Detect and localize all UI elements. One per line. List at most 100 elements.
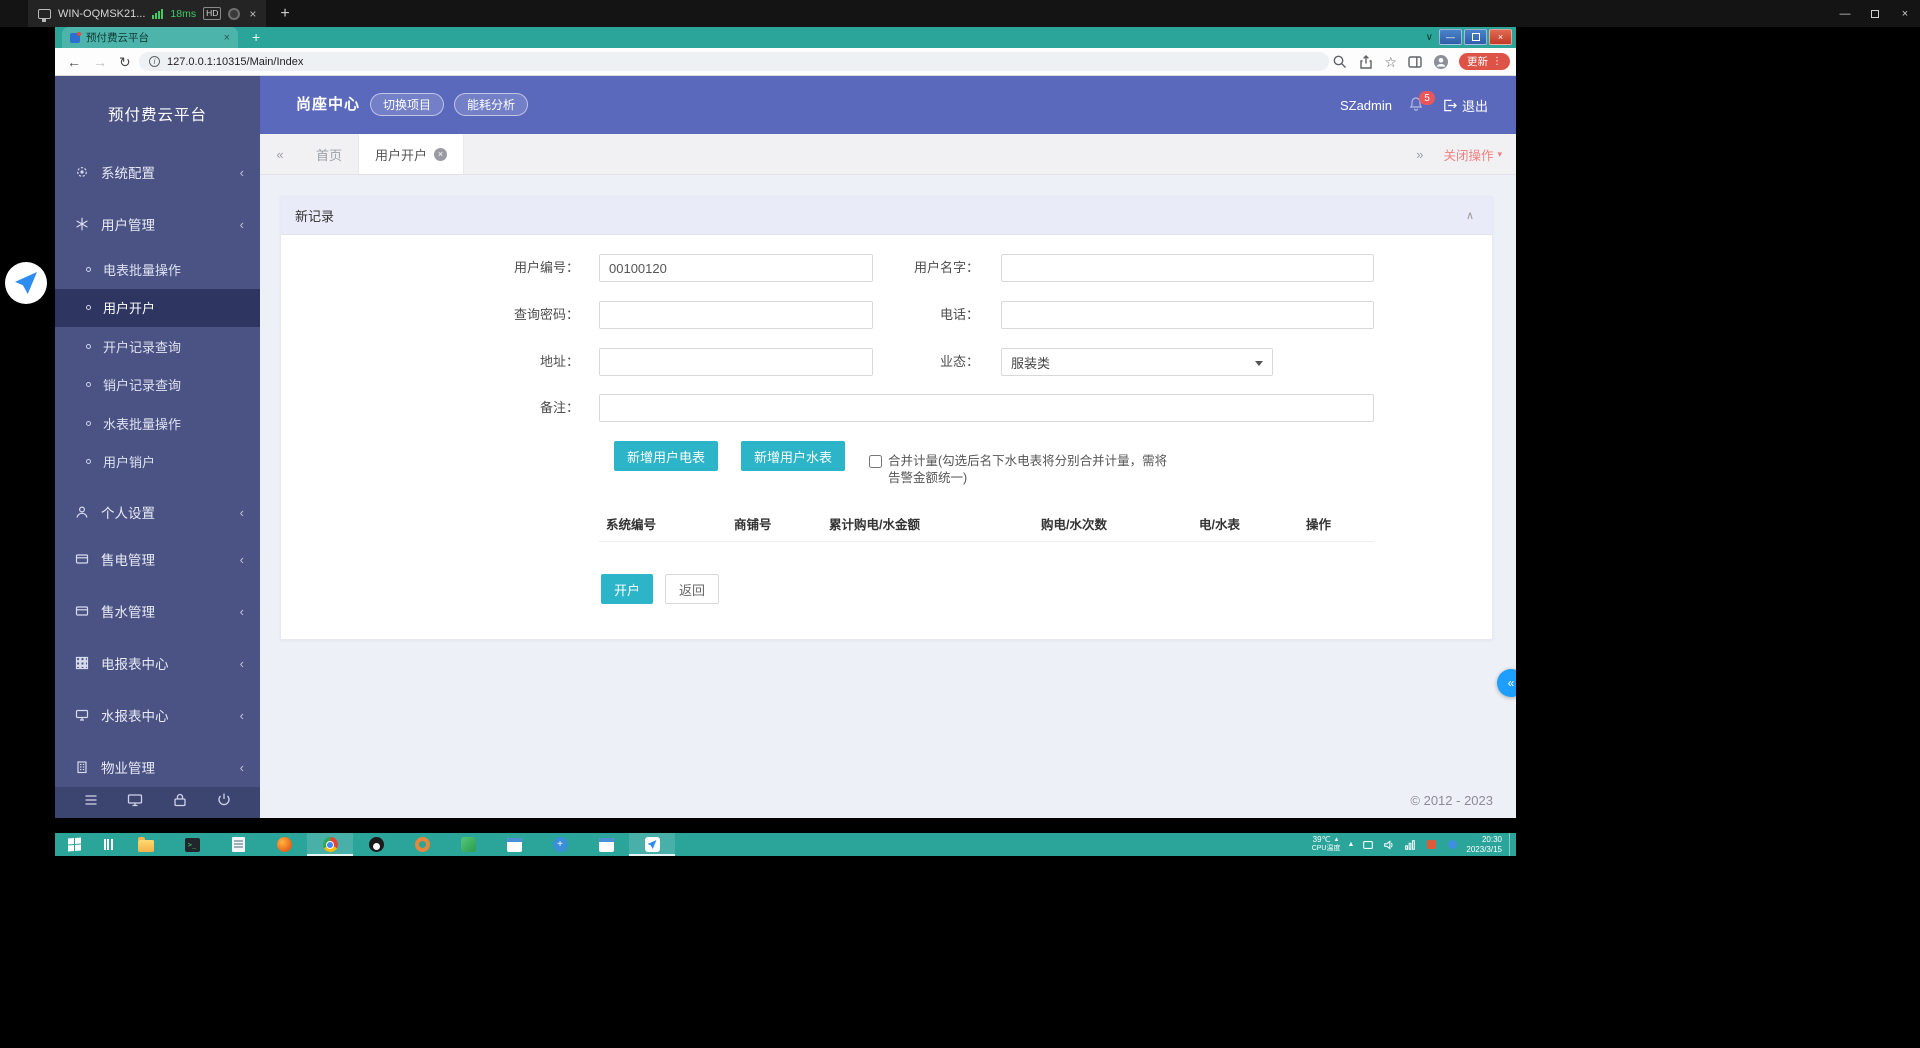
chevron-left-icon: ‹ [240, 708, 244, 723]
add-user-water-meter-button[interactable]: 新增用户水表 [741, 441, 845, 471]
sidebar-item-property-management[interactable]: 物业管理 ‹ [55, 741, 260, 793]
merge-metering-checkbox[interactable] [869, 455, 882, 468]
notification-bell-icon[interactable]: 5 [1408, 96, 1426, 114]
add-user-electric-meter-button[interactable]: 新增用户电表 [614, 441, 718, 471]
address-bar[interactable]: i 127.0.0.1:10315/Main/Index [139, 52, 1329, 71]
vm-close-button[interactable]: × [1489, 29, 1512, 45]
forward-button[interactable]: → [93, 53, 107, 71]
taskbar-remote-tool[interactable] [629, 833, 675, 856]
taskbar-notepad[interactable] [215, 833, 261, 856]
open-account-submit-button[interactable]: 开户 [601, 574, 653, 604]
tab-close-icon[interactable]: × [434, 148, 447, 161]
taskbar-firefox[interactable] [261, 833, 307, 856]
sidebar-subitem-water-batch[interactable]: 水表批量操作 [55, 404, 260, 443]
avatar-icon[interactable] [1433, 54, 1449, 70]
sidebar-subitem-close-record-query[interactable]: 销户记录查询 [55, 366, 260, 405]
taskbar-messenger[interactable] [353, 833, 399, 856]
reload-button[interactable]: ↻ [119, 53, 131, 71]
side-panel-icon[interactable] [1407, 54, 1423, 70]
tray-expand-icon[interactable]: ▲ [1347, 841, 1354, 848]
browser-tab[interactable]: 预付费云平台 × [62, 27, 238, 48]
phone-input[interactable] [1001, 301, 1374, 329]
collapse-panel-icon[interactable]: ∧ [1466, 209, 1474, 222]
taskbar-file-explorer[interactable] [123, 833, 169, 856]
sidebar-subitem-open-record-query[interactable]: 开户记录查询 [55, 327, 260, 366]
back-button[interactable]: ← [67, 53, 81, 71]
new-tab-button[interactable]: + [252, 29, 260, 46]
sidebar-item-user-management[interactable]: 用户管理 ‹ [55, 198, 260, 250]
scroll-tabs-right-icon[interactable]: » [1416, 147, 1423, 162]
chrome-update-button[interactable]: 更新 ⋮ [1459, 53, 1510, 70]
address-label: 地址： [289, 348, 579, 376]
username-text[interactable]: SZadmin [1340, 98, 1392, 113]
browser-menu-icon[interactable]: ⋮ [1492, 56, 1502, 67]
tray-cloud-icon[interactable] [1445, 838, 1459, 852]
green-tile-icon [461, 837, 476, 852]
sidebar-subitem-meter-batch[interactable]: 电表批量操作 [55, 250, 260, 289]
scroll-tabs-left-icon[interactable]: « [260, 134, 300, 174]
zoom-icon[interactable] [1332, 54, 1348, 70]
logout-button[interactable]: 退出 [1442, 96, 1488, 115]
cpu-temp-label: CPU温度 [1312, 845, 1341, 853]
client-close-button[interactable]: × [1890, 0, 1920, 27]
hamburger-menu-icon[interactable] [83, 792, 99, 813]
penguin-icon [369, 837, 384, 852]
tab-open-account[interactable]: 用户开户 × [358, 134, 464, 174]
session-tab-close-icon[interactable]: × [249, 7, 256, 21]
start-button[interactable] [55, 833, 93, 856]
client-maximize-button[interactable] [1860, 0, 1890, 27]
remote-tool-floating-icon[interactable] [5, 262, 47, 304]
sidebar-subitem-open-account[interactable]: 用户开户 [55, 289, 260, 328]
chevron-down-icon[interactable]: ∨ [1426, 32, 1433, 43]
notepad-icon [232, 837, 245, 852]
sidebar-item-electric-reports[interactable]: 电报表中心 ‹ [55, 637, 260, 689]
bookmark-star-icon[interactable]: ☆ [1384, 54, 1397, 70]
tab-home[interactable]: 首页 [300, 134, 358, 174]
switch-project-button[interactable]: 切换项目 [370, 93, 444, 116]
hd-quality-badge[interactable]: HD [203, 7, 221, 20]
taskbar-window-app-2[interactable] [583, 833, 629, 856]
show-desktop-button[interactable] [1509, 833, 1513, 856]
sidebar-item-personal-settings[interactable]: 个人设置 ‹ [55, 481, 260, 533]
back-button[interactable]: 返回 [665, 574, 719, 604]
taskbar-ring-app[interactable] [399, 833, 445, 856]
card-icon [75, 552, 89, 566]
site-info-icon[interactable]: i [149, 56, 160, 67]
taskbar-chrome[interactable] [307, 833, 353, 856]
lock-icon[interactable] [172, 792, 188, 813]
close-operations-dropdown[interactable]: 关闭操作 ▾ [1443, 145, 1502, 164]
tray-network-icon[interactable] [1403, 838, 1417, 852]
new-session-button[interactable]: + [280, 5, 289, 23]
sidebar-expand-handle[interactable]: « [1497, 669, 1516, 697]
tray-window-icon[interactable] [1361, 838, 1375, 852]
client-minimize-button[interactable]: — [1830, 0, 1860, 27]
tab-close-icon[interactable]: × [224, 32, 230, 44]
tray-security-icon[interactable] [1424, 838, 1438, 852]
monitor-icon[interactable] [127, 792, 143, 813]
business-type-select[interactable]: 服装类 [1001, 348, 1273, 376]
close-operations-label: 关闭操作 [1443, 145, 1493, 164]
sidebar-item-electric-sales[interactable]: 售电管理 ‹ [55, 533, 260, 585]
tray-speaker-icon[interactable] [1382, 838, 1396, 852]
power-icon[interactable] [216, 792, 232, 813]
energy-analysis-button[interactable]: 能耗分析 [454, 93, 528, 116]
sidebar-subitem-close-account[interactable]: 用户销户 [55, 443, 260, 482]
sidebar-item-water-reports[interactable]: 水报表中心 ‹ [55, 689, 260, 741]
taskbar-clock[interactable]: 20:30 2023/3/15 [1466, 835, 1502, 854]
cpu-temp-widget[interactable]: 39℃▲ CPU温度 [1312, 836, 1341, 853]
taskbar-settings-app[interactable]: + [537, 833, 583, 856]
sidebar-item-system-config[interactable]: 系统配置 ‹ [55, 146, 260, 198]
task-view-button[interactable] [93, 833, 123, 856]
sidebar-item-water-sales[interactable]: 售水管理 ‹ [55, 585, 260, 637]
user-name-input[interactable] [1001, 254, 1374, 282]
taskbar-green-app[interactable] [445, 833, 491, 856]
taskbar-window-app[interactable] [491, 833, 537, 856]
notification-badge[interactable]: 5 [1419, 91, 1435, 105]
share-icon[interactable] [1358, 54, 1374, 70]
remark-input[interactable] [599, 394, 1374, 422]
vm-maximize-button[interactable] [1464, 29, 1487, 45]
screen-record-icon[interactable] [228, 8, 240, 20]
session-tab[interactable]: WIN-OQMSK21... 18ms HD × [28, 0, 266, 27]
vm-minimize-button[interactable]: — [1439, 29, 1462, 45]
taskbar-terminal[interactable]: >_ [169, 833, 215, 856]
